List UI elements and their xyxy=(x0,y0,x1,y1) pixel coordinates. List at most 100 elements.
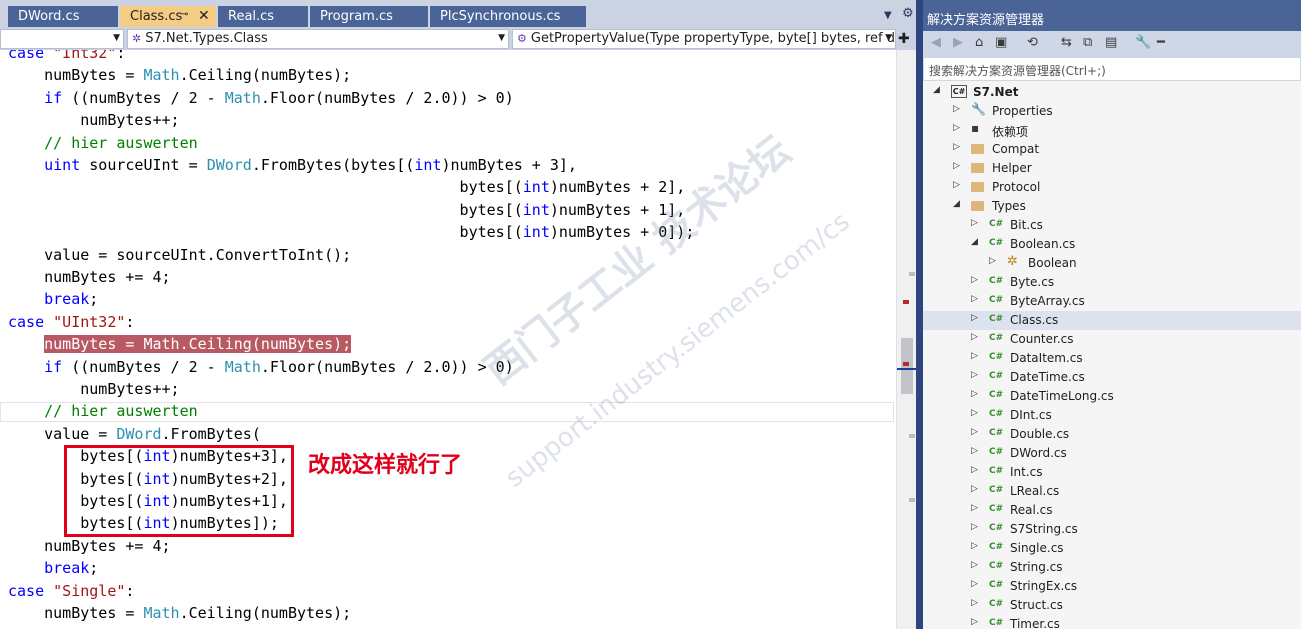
code-line[interactable]: value = DWord.FromBytes( xyxy=(8,423,261,445)
scrollbar-thumb[interactable] xyxy=(901,338,913,394)
code-line[interactable]: numBytes++; xyxy=(8,378,179,400)
tree-node[interactable]: ▷ C# DateTimeLong.cs xyxy=(923,387,1301,406)
tree-node[interactable]: ▷ C# Single.cs xyxy=(923,539,1301,558)
tree-node[interactable]: ▷ C# ByteArray.cs xyxy=(923,292,1301,311)
expand-arrow-icon[interactable]: ▷ xyxy=(953,161,960,171)
switch-views-icon[interactable]: ▣ xyxy=(995,35,1007,50)
collapse-all-icon[interactable]: ⧉ xyxy=(1083,35,1092,50)
expand-arrow-icon[interactable]: ▷ xyxy=(971,218,978,228)
tab-program[interactable]: Program.cs xyxy=(310,6,428,27)
code-line[interactable]: if ((numBytes / 2 - Math.Floor(numBytes … xyxy=(8,87,514,109)
expand-arrow-icon[interactable]: ◢ xyxy=(953,199,960,209)
expand-arrow-icon[interactable]: ▷ xyxy=(971,484,978,494)
expand-arrow-icon[interactable]: ▷ xyxy=(971,617,978,627)
expand-arrow-icon[interactable]: ▷ xyxy=(971,351,978,361)
expand-arrow-icon[interactable]: ▷ xyxy=(971,275,978,285)
tree-node[interactable]: ▷ C# DInt.cs xyxy=(923,406,1301,425)
project-dropdown[interactable]: ▼ xyxy=(0,29,124,49)
home-icon[interactable]: ⌂ xyxy=(975,35,983,50)
tree-node[interactable]: ▷ C# Timer.cs xyxy=(923,615,1301,629)
code-editor[interactable]: numBytes = Math.Ceiling(numBytes); case "… xyxy=(0,50,896,629)
tree-node[interactable]: ▷ C# String.cs xyxy=(923,558,1301,577)
tree-node[interactable]: ▷ Protocol xyxy=(923,178,1301,197)
code-line[interactable]: break; xyxy=(8,288,98,310)
code-line[interactable]: case "Int32": xyxy=(8,50,125,64)
code-line[interactable]: bytes[(int)numBytes + 0]); xyxy=(8,221,695,243)
gear-icon[interactable]: ⚙ xyxy=(902,6,914,21)
back-icon[interactable]: ◀ xyxy=(931,35,941,50)
expand-arrow-icon[interactable]: ▷ xyxy=(953,104,960,114)
tree-node[interactable]: ◢ C# Boolean.cs xyxy=(923,235,1301,254)
sync-icon[interactable]: ⇆ xyxy=(1061,35,1072,50)
expand-arrow-icon[interactable]: ▷ xyxy=(971,332,978,342)
tree-node[interactable]: ▷ C# Byte.cs xyxy=(923,273,1301,292)
minus-icon[interactable]: ━ xyxy=(1157,35,1165,50)
properties-wrench-icon[interactable]: 🔧 xyxy=(1135,35,1151,50)
expand-arrow-icon[interactable]: ▷ xyxy=(971,408,978,418)
expand-arrow-icon[interactable]: ▷ xyxy=(953,123,960,133)
tab-overflow-dropdown-icon[interactable]: ▼ xyxy=(884,10,892,21)
tree-node[interactable]: ▷ C# Counter.cs xyxy=(923,330,1301,349)
code-line[interactable]: bytes[(int)numBytes + 2], xyxy=(8,176,686,198)
tab-dword[interactable]: DWord.cs xyxy=(8,6,118,27)
tree-node[interactable]: ▷ C# DateTime.cs xyxy=(923,368,1301,387)
tree-node[interactable]: ▷ C# DataItem.cs xyxy=(923,349,1301,368)
expand-arrow-icon[interactable]: ▷ xyxy=(971,427,978,437)
vertical-scrollbar[interactable] xyxy=(896,50,917,629)
code-line[interactable]: value = sourceUInt.ConvertToInt(); xyxy=(8,244,351,266)
expand-arrow-icon[interactable]: ▷ xyxy=(971,389,978,399)
tree-node-project[interactable]: ◢ C# S7.Net xyxy=(923,83,1301,102)
split-window-icon[interactable]: ✚ xyxy=(898,31,910,47)
tree-node[interactable]: ▷ ▪ 依赖项 xyxy=(923,121,1301,140)
tree-node[interactable]: ▷ C# LReal.cs xyxy=(923,482,1301,501)
tree-node[interactable]: ▷ C# S7String.cs xyxy=(923,520,1301,539)
code-line[interactable]: // hier auswerten xyxy=(8,132,198,154)
tree-node[interactable]: ▷ C# StringEx.cs xyxy=(923,577,1301,596)
tree-node[interactable]: ▷ 🔧 Properties xyxy=(923,102,1301,121)
tab-real[interactable]: Real.cs xyxy=(218,6,308,27)
pane-divider[interactable] xyxy=(916,0,923,629)
expand-arrow-icon[interactable]: ▷ xyxy=(989,256,996,266)
tree-node[interactable]: ▷ Compat xyxy=(923,140,1301,159)
code-line[interactable]: uint sourceUInt = DWord.FromBytes(bytes[… xyxy=(8,154,577,176)
code-line[interactable]: break; xyxy=(8,557,98,579)
code-line[interactable]: numBytes = Math.Ceiling(numBytes); xyxy=(8,333,352,355)
expand-arrow-icon[interactable]: ▷ xyxy=(971,598,978,608)
expand-arrow-icon[interactable]: ▷ xyxy=(971,522,978,532)
code-line[interactable]: numBytes += 4; xyxy=(8,535,170,557)
code-line[interactable]: numBytes += 4; xyxy=(8,266,170,288)
forward-icon[interactable]: ▶ xyxy=(953,35,963,50)
show-all-files-icon[interactable]: ▤ xyxy=(1105,35,1117,50)
code-line[interactable]: if ((numBytes / 2 - Math.Floor(numBytes … xyxy=(8,356,514,378)
expand-arrow-icon[interactable]: ▷ xyxy=(953,142,960,152)
type-dropdown[interactable]: ✲ S7.Net.Types.Class ▼ xyxy=(127,29,509,49)
expand-arrow-icon[interactable]: ▷ xyxy=(971,313,978,323)
pin-icon[interactable]: ⊸ xyxy=(180,9,188,20)
code-line[interactable]: bytes[(int)numBytes + 1], xyxy=(8,199,686,221)
tree-node[interactable]: ▷ C# Real.cs xyxy=(923,501,1301,520)
tree-node[interactable]: ▷ C# Struct.cs xyxy=(923,596,1301,615)
tree-node[interactable]: ▷ C# DWord.cs xyxy=(923,444,1301,463)
solution-explorer-search-input[interactable]: 搜索解决方案资源管理器(Ctrl+;) xyxy=(923,57,1301,81)
tree-node[interactable]: ▷ C# Class.cs xyxy=(923,311,1301,330)
expand-arrow-icon[interactable]: ▷ xyxy=(953,180,960,190)
tree-node[interactable]: ▷ ✲ Boolean xyxy=(923,254,1301,273)
member-dropdown[interactable]: ⚙ GetPropertyValue(Type propertyType, byt… xyxy=(512,29,896,49)
code-line[interactable]: numBytes = Math.Ceiling(numBytes); xyxy=(8,64,351,86)
expand-arrow-icon[interactable]: ▷ xyxy=(971,560,978,570)
expand-arrow-icon[interactable]: ◢ xyxy=(971,237,978,247)
expand-arrow-icon[interactable]: ▷ xyxy=(971,503,978,513)
tree-node[interactable]: ▷ C# Int.cs xyxy=(923,463,1301,482)
expand-arrow-icon[interactable]: ▷ xyxy=(971,446,978,456)
expand-arrow-icon[interactable]: ◢ xyxy=(933,85,940,95)
code-line[interactable]: case "Single": xyxy=(8,580,134,602)
tab-plcsynchronous[interactable]: PlcSynchronous.cs xyxy=(430,6,586,27)
tree-node[interactable]: ▷ C# Bit.cs xyxy=(923,216,1301,235)
history-icon[interactable]: ⟲ xyxy=(1027,35,1038,50)
code-line[interactable]: case "UInt32": xyxy=(8,311,134,333)
expand-arrow-icon[interactable]: ▷ xyxy=(971,370,978,380)
expand-arrow-icon[interactable]: ▷ xyxy=(971,579,978,589)
expand-arrow-icon[interactable]: ▷ xyxy=(971,541,978,551)
tree-node[interactable]: ▷ C# Double.cs xyxy=(923,425,1301,444)
code-line[interactable]: numBytes = Math.Ceiling(numBytes); xyxy=(8,602,351,624)
